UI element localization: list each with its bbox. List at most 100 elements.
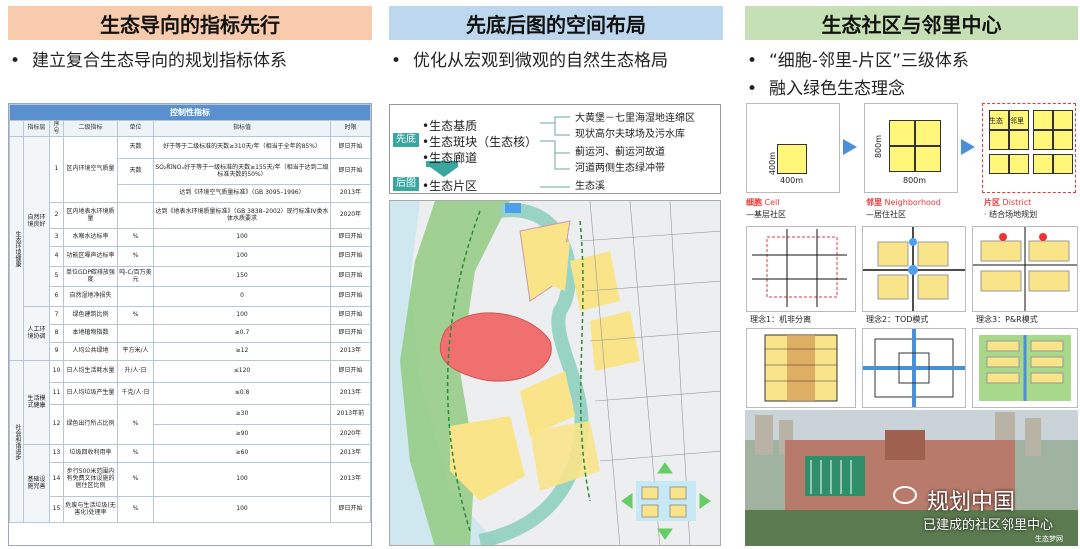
row-no: 11 (49, 382, 64, 405)
row-name: 绿色出行所占比例 (63, 404, 118, 445)
header-eco-community: 生态社区与邻里中心 (745, 6, 1078, 40)
row-name: 区内环境空气质量 (63, 136, 118, 203)
row-value: 100 (153, 462, 331, 497)
concept3-label: 理念3：P&R模式 (976, 315, 1038, 324)
header-spatial-layout: 先底后图的空间布局 (389, 6, 723, 40)
row-no: 10 (49, 360, 64, 383)
row-value: 100 (153, 306, 331, 325)
row-name: 本地植物指数 (63, 324, 118, 343)
subgroup-infra: 基础设施完善 (23, 444, 50, 523)
row-unit (117, 184, 154, 203)
row-unit: 吨-C/百万美元 (117, 266, 154, 287)
cell-diagram: 400m 400m (746, 103, 840, 193)
row-no: 3 (49, 228, 64, 247)
legend-item: •生态廊道 (422, 151, 478, 165)
row-time: 即日开始 (330, 286, 371, 307)
concept2-diagram (862, 226, 966, 312)
row-name: 绿色建筑比例 (63, 306, 118, 325)
row-unit (117, 324, 154, 343)
bullet-3: • “细胞-邻里-片区”三级体系 (747, 51, 969, 71)
indicator-table: 控制性指标 指标层 序号 二级指标 单位 指标值 时限 生态环境健康 自然环境良… (8, 103, 372, 546)
group-eco-health: 生态环境健康 (9, 136, 24, 361)
row-unit: % (117, 246, 154, 267)
nb-en: Neighborhood (884, 198, 941, 207)
watermark-small: 生态梦网 (1035, 535, 1063, 543)
row-no: 6 (49, 286, 64, 307)
row-unit: % (117, 404, 154, 445)
neighborhood-diagram: 800m 800m (864, 103, 958, 193)
concept2-plan (862, 328, 966, 408)
row-unit: % (117, 228, 154, 247)
district-nb-text: 邻里 (1010, 117, 1024, 125)
row-name: 危废与生活垃圾(无害化)处理率 (63, 496, 118, 523)
nb-width-label: 800m (903, 176, 927, 185)
col-value: 指标值 (153, 120, 331, 137)
row-value: 100 (153, 246, 331, 267)
row-name: 日人均垃圾产生量 (63, 382, 118, 405)
cell-en: Cell (764, 198, 780, 207)
row-no: 7 (49, 306, 64, 325)
col-unit: 单位 (117, 120, 154, 137)
header-indicators: 生态导向的指标先行 (8, 6, 372, 40)
group-social: 社会和谐进步 (9, 360, 24, 523)
row-time: 2013年 (330, 382, 371, 405)
cell-height-label: 400m (768, 151, 778, 176)
row-name: 日人均生活耗水量 (63, 360, 118, 383)
row-time: 2013年 (330, 184, 371, 203)
bullet-4: • 融入绿色生态理念 (747, 79, 905, 99)
row-value: ≤0.8 (153, 382, 331, 405)
legend-note: 河道两侧生态绿冲带 (575, 163, 665, 174)
tag-after: 后图 (393, 177, 419, 191)
spatial-layout-map (389, 200, 721, 546)
concept3-plan (972, 328, 1078, 408)
nb-height-label: 800m (874, 134, 884, 159)
bullet-1: • 建立复合生态导向的规划指标体系 (10, 51, 287, 71)
row-value: SO₂和NOₓ好于等于一级标准的天数≥155天/年（相当于达到二级标准天数的50… (153, 158, 331, 185)
cell-desc: —基层社区 (746, 210, 786, 219)
watermark-title: 规划中国 (927, 490, 1016, 515)
wechat-icon (893, 486, 917, 504)
row-value: 100 (153, 496, 331, 523)
subgroup-lifestyle: 生活模式健康 (23, 360, 50, 445)
concept1-label: 理念1：机非分离 (750, 315, 812, 324)
row-time: 即日开始 (330, 324, 371, 343)
row-unit: 天数 (117, 136, 154, 159)
legend-note: 现状高尔夫球场及污水库 (575, 129, 685, 140)
row-no: 5 (49, 266, 64, 287)
row-unit: % (117, 462, 154, 497)
tag-before: 先底 (393, 133, 419, 147)
nb-caption: 邻里 Neighborhood —居住社区 (866, 197, 941, 221)
row-no: 14 (49, 462, 64, 497)
row-no: 8 (49, 324, 64, 343)
nb-desc: —居住社区 (866, 210, 906, 219)
row-value: 150 (153, 266, 331, 287)
row-value: 100 (153, 228, 331, 247)
concept2-label: 理念2：TOD模式 (866, 315, 929, 324)
row-time: 2013年 (330, 342, 371, 361)
row-time: 2013年前 (330, 404, 371, 425)
row-no: 9 (49, 342, 64, 361)
row-no: 13 (49, 444, 64, 463)
row-value: ≥60 (153, 444, 331, 463)
row-name: 单位GDP碳排放强度 (63, 266, 118, 287)
row-unit: 平方米/人 (117, 342, 154, 361)
cell-caption: 细胞 Cell —基层社区 (746, 197, 786, 221)
legend-note: 大黄堡－七里海湿地连绵区 (575, 113, 695, 124)
legend-item: •生态斑块（生态核） (422, 135, 538, 149)
arrow-right-icon (843, 139, 857, 155)
row-no: 4 (49, 246, 64, 267)
row-name: 水喉水达标率 (63, 228, 118, 247)
cell-width-label: 400m (780, 176, 804, 185)
row-time: 即日开始 (330, 228, 371, 247)
row-no: 12 (49, 404, 64, 445)
concept3-diagram (972, 226, 1078, 312)
row-name: 功能区噪声达标率 (63, 246, 118, 267)
row-unit: 升/人·日 (117, 360, 154, 383)
row-unit (117, 286, 154, 307)
row-time: 2020年 (330, 424, 371, 445)
row-value: 好于等于二级标准的天数≥310天/年（相当于全年的85%） (153, 136, 331, 159)
col-layer: 指标层 (23, 120, 50, 137)
row-time: 即日开始 (330, 246, 371, 267)
row-time: 即日开始 (330, 266, 371, 287)
row-time: 即日开始 (330, 360, 371, 383)
